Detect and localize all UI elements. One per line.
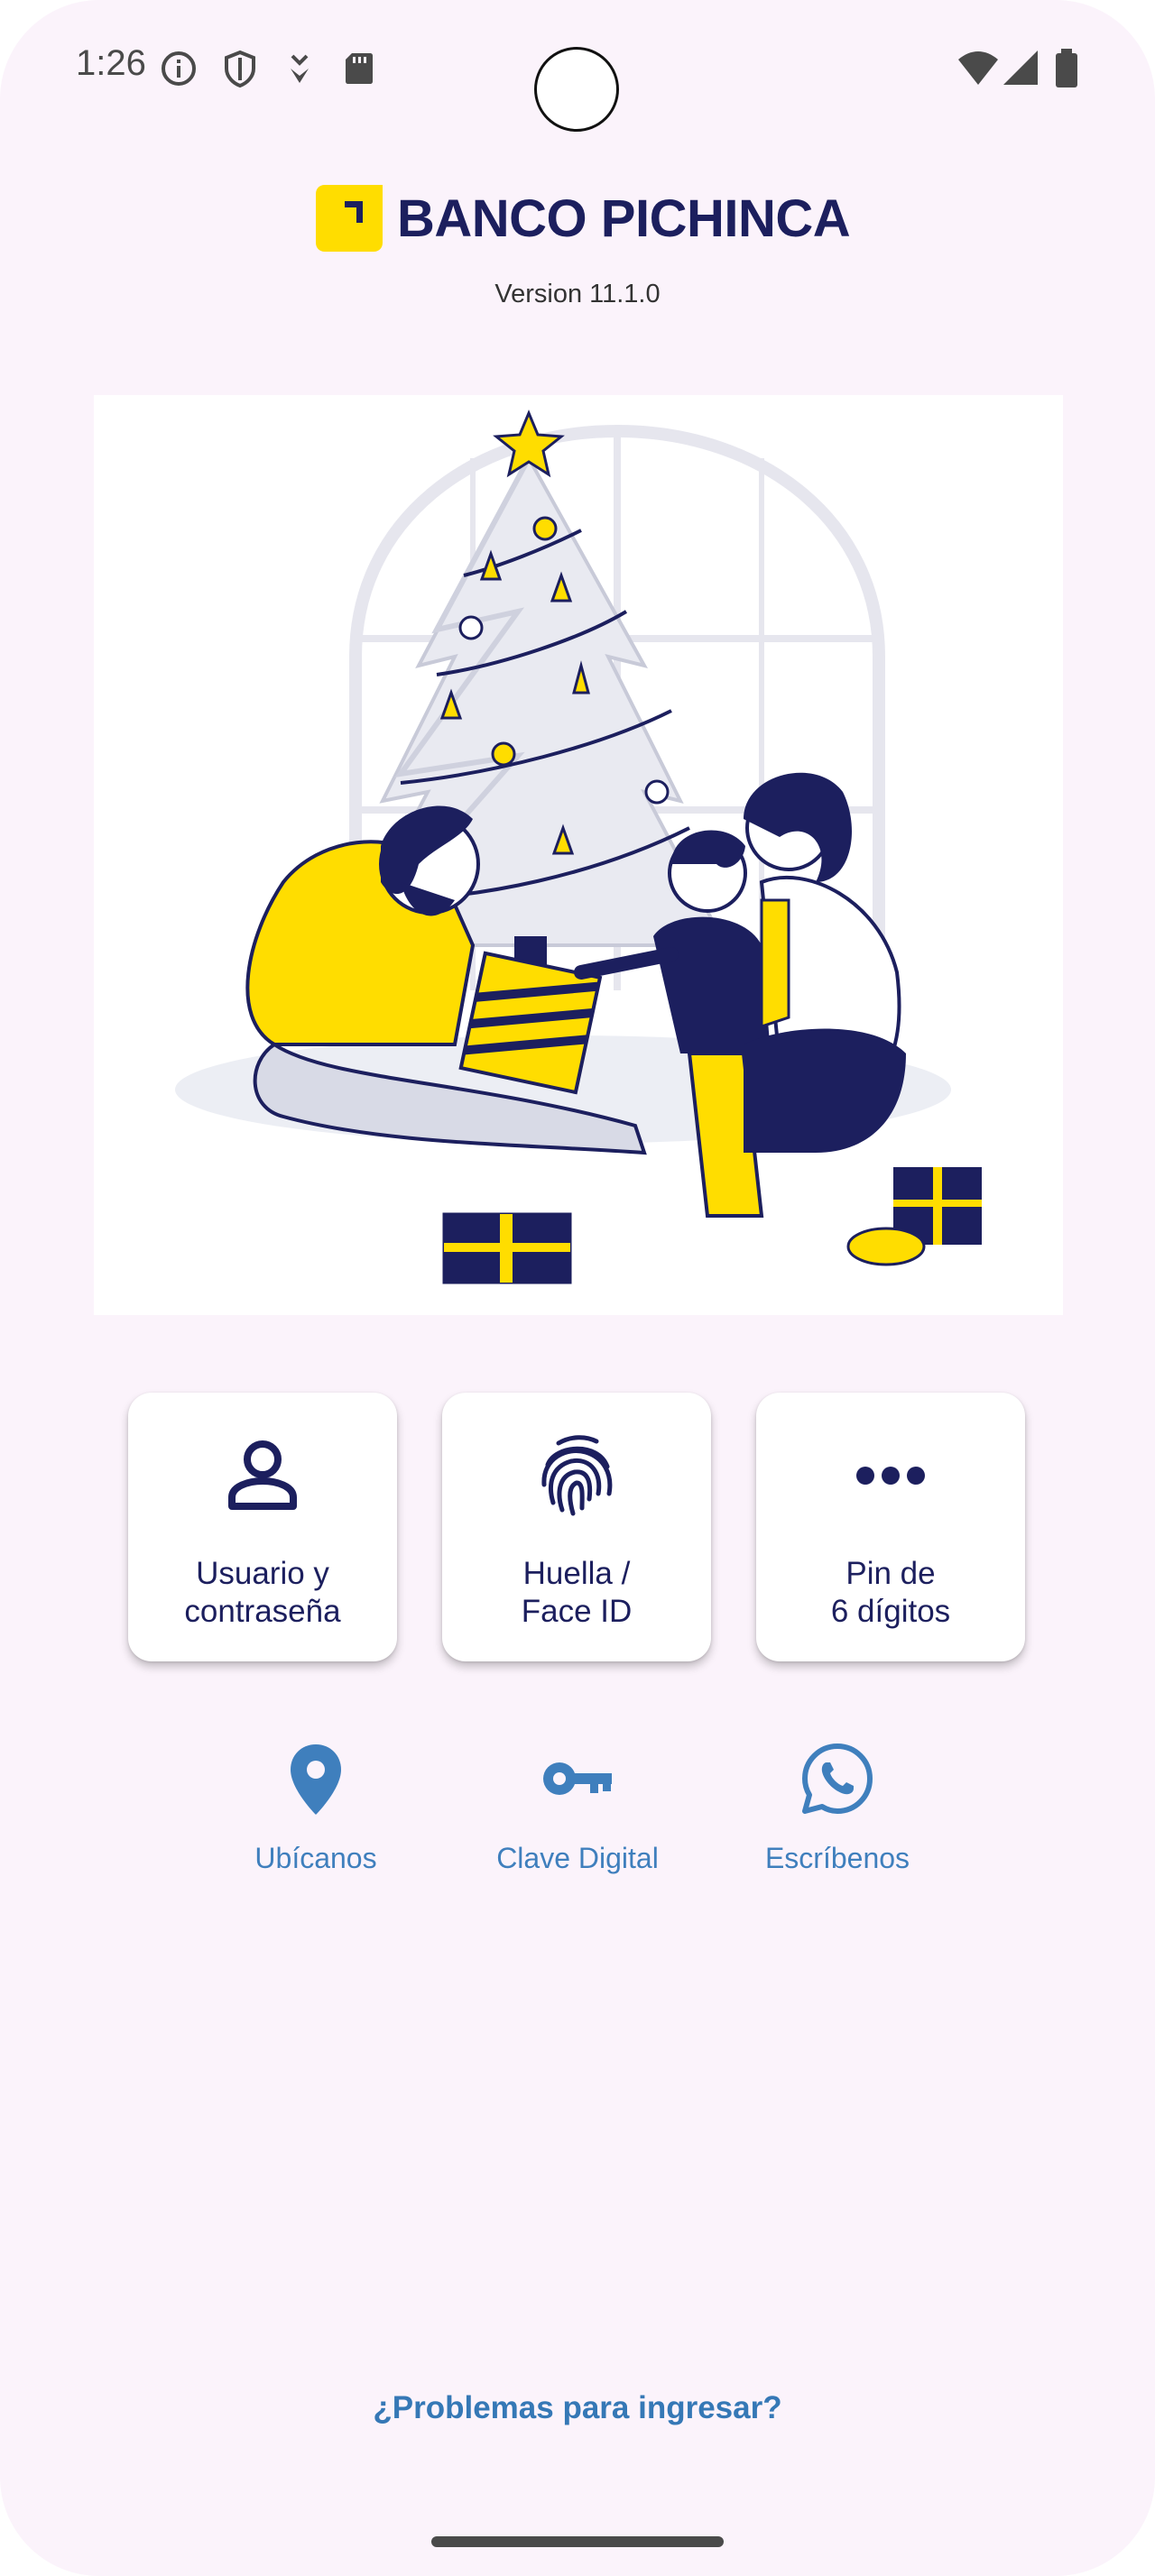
christmas-family-illustration <box>94 395 1063 1315</box>
login-biometric-button[interactable]: Huella / Face ID <box>442 1393 711 1661</box>
brand-name: BANCO PICHINCA <box>397 189 851 248</box>
dots-icon <box>856 1467 925 1485</box>
home-indicator[interactable] <box>431 2536 724 2547</box>
login-problems-link[interactable]: ¿Problemas para ingresar? <box>0 2390 1155 2426</box>
banco-pichinca-logo-icon <box>316 185 383 252</box>
sd-card-icon <box>346 53 373 84</box>
card-label: Pin de 6 dígitos <box>830 1556 951 1629</box>
quick-link-label: Escríbenos <box>764 1842 910 1874</box>
login-user-password-button[interactable]: Usuario y contraseña <box>128 1393 397 1661</box>
key-icon <box>543 1762 612 1795</box>
locate-us-link[interactable]: Ubícanos <box>208 1741 424 1875</box>
info-icon <box>162 51 196 86</box>
user-icon <box>228 1440 297 1510</box>
battery-icon <box>1056 49 1077 87</box>
whatsapp-link[interactable]: Escríbenos <box>729 1741 946 1875</box>
digital-key-link[interactable]: Clave Digital <box>469 1741 686 1875</box>
brand-logo: BANCO PICHINCA <box>316 182 851 254</box>
signal-icon <box>1003 51 1038 85</box>
quick-link-label: Clave Digital <box>496 1842 659 1874</box>
phone-screen: 1:26 BANCO PICHINCA Version 11.1.0 Usuar… <box>0 0 1155 2576</box>
app-version: Version 11.1.0 <box>494 280 661 308</box>
front-camera <box>534 47 619 132</box>
login-pin-button[interactable]: Pin de 6 dígitos <box>756 1393 1025 1661</box>
whatsapp-icon <box>802 1743 873 1814</box>
quick-link-label: Ubícanos <box>254 1842 377 1874</box>
status-time: 1:26 <box>76 43 146 83</box>
location-pin-icon <box>291 1744 341 1815</box>
fingerprint-icon <box>541 1435 613 1516</box>
shield-icon <box>225 50 255 88</box>
download-icon <box>291 54 309 83</box>
wifi-icon <box>958 51 998 85</box>
card-label: Usuario y contraseña <box>184 1556 341 1629</box>
card-label: Huella / Face ID <box>521 1556 633 1629</box>
